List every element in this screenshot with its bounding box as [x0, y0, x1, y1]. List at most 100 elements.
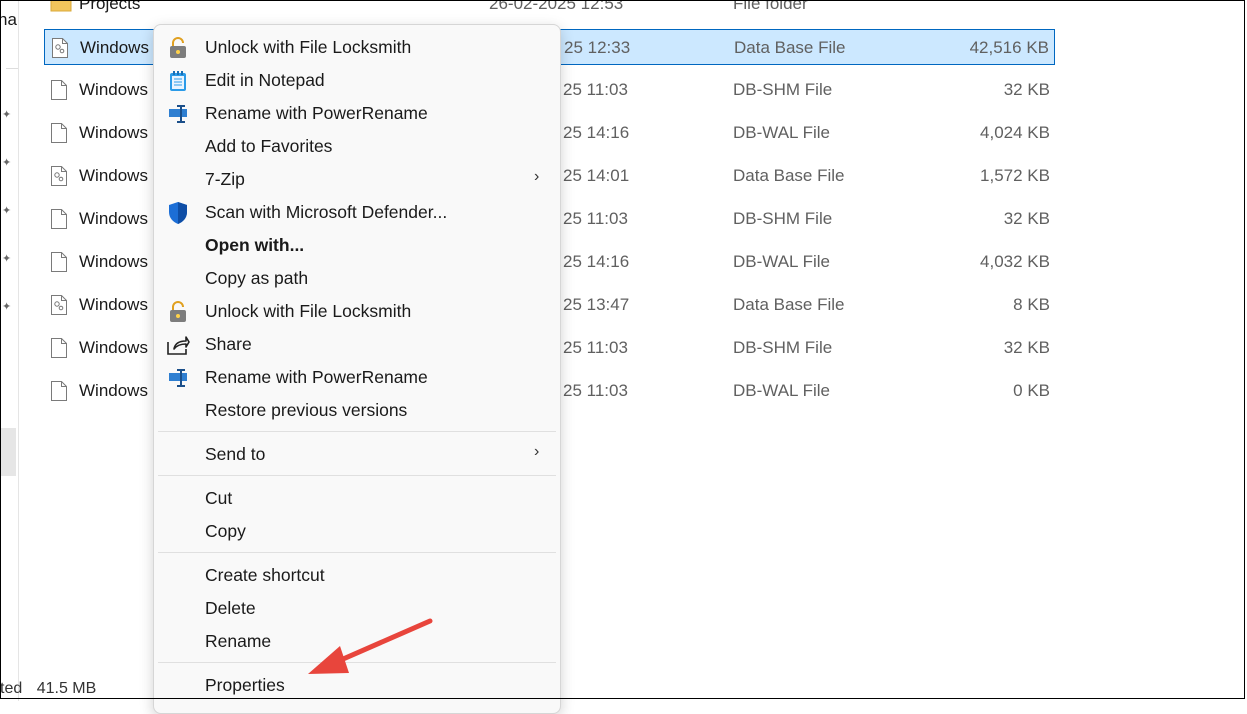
menu-item-label: Cut [205, 488, 233, 508]
file-size: 0 KB [1013, 381, 1050, 400]
menu-item-label: Send to [205, 444, 266, 464]
menu-item-label: 7-Zip [205, 169, 245, 189]
menu-item-restore-previous-versions[interactable]: Restore previous versions [154, 394, 560, 427]
file-type: DB-SHM File [733, 209, 833, 228]
menu-item-label: Unlock with File Locksmith [205, 301, 412, 321]
blank-file-icon [51, 80, 67, 100]
navigation-pane[interactable]: na ✦ ✦ ✦ ✦ ✦ [0, 0, 19, 701]
menu-item-label: Copy as path [205, 268, 309, 288]
menu-item-unlock-with-file-locksmith[interactable]: Unlock with File Locksmith [154, 31, 560, 64]
file-name: Projects [79, 0, 141, 13]
file-date: 25 14:01 [563, 166, 630, 185]
file-size: 32 KB [1003, 80, 1050, 99]
menu-item-label: Properties [205, 675, 285, 695]
menu-item-label: Unlock with File Locksmith [205, 37, 412, 57]
menu-item-unlock-with-file-locksmith[interactable]: Unlock with File Locksmith [154, 295, 560, 328]
blank-file-icon [51, 123, 67, 143]
menu-item-label: Rename with PowerRename [205, 103, 428, 123]
powerrename-icon [166, 366, 190, 390]
menu-item-create-shortcut[interactable]: Create shortcut [154, 559, 560, 592]
file-type: Data Base File [733, 166, 845, 185]
file-date: 25 11:03 [563, 381, 628, 400]
menu-item-send-to[interactable]: Send to › [154, 438, 560, 471]
file-type: DB-SHM File [733, 338, 833, 357]
file-size: 4,032 KB [980, 252, 1050, 271]
folder-icon [50, 0, 72, 12]
file-date: 25 11:03 [563, 338, 628, 357]
file-row-folder[interactable]: Projects 26-02-2025 12:53 File folder [44, 0, 1055, 22]
chevron-right-icon: › [534, 168, 540, 185]
file-date: 25 13:47 [563, 295, 630, 314]
blank-file-icon [51, 252, 67, 272]
file-type: DB-WAL File [733, 123, 830, 142]
menu-separator [158, 552, 556, 553]
menu-item-7-zip[interactable]: 7-Zip › [154, 163, 560, 196]
menu-item-label: Restore previous versions [205, 400, 408, 420]
defender-shield-icon [166, 201, 190, 225]
file-date: 25 11:03 [563, 209, 628, 228]
notepad-icon [166, 69, 190, 93]
menu-item-label: Edit in Notepad [205, 70, 325, 90]
nav-item-selected[interactable] [0, 428, 16, 476]
file-size: 42,516 KB [969, 38, 1049, 57]
file-size: 1,572 KB [980, 166, 1050, 185]
pin-icon[interactable]: ✦ [2, 252, 11, 265]
menu-item-label: Open with... [205, 235, 305, 255]
file-name: Windows [80, 38, 149, 57]
menu-item-rename-with-powerrename[interactable]: Rename with PowerRename [154, 361, 560, 394]
file-name: Windows [79, 381, 148, 400]
context-menu: Unlock with File Locksmith Edit in Notepa… [153, 24, 561, 714]
menu-item-copy[interactable]: Copy [154, 515, 560, 548]
menu-item-open-with[interactable]: Open with... [154, 229, 560, 262]
menu-item-label: Scan with Microsoft Defender... [205, 202, 448, 222]
nav-divider [6, 68, 18, 69]
file-type: Data Base File [734, 38, 846, 57]
file-date: 26-02-2025 12:53 [489, 0, 624, 13]
menu-item-edit-in-notepad[interactable]: Edit in Notepad [154, 64, 560, 97]
file-date: 25 11:03 [563, 80, 628, 99]
file-size: 4,024 KB [980, 123, 1050, 142]
menu-item-properties[interactable]: Properties [154, 669, 560, 702]
file-name: Windows [79, 295, 148, 314]
menu-item-delete[interactable]: Delete [154, 592, 560, 625]
file-size: 32 KB [1003, 209, 1050, 228]
file-type: DB-SHM File [733, 80, 833, 99]
menu-separator [158, 475, 556, 476]
file-date: 25 14:16 [563, 123, 630, 142]
padlock-icon [166, 300, 190, 324]
menu-separator [158, 431, 556, 432]
file-type: DB-WAL File [733, 381, 830, 400]
menu-item-share[interactable]: Share [154, 328, 560, 361]
menu-item-rename[interactable]: Rename [154, 625, 560, 658]
file-type: Data Base File [733, 295, 845, 314]
file-name: Windows [79, 338, 148, 357]
pin-icon[interactable]: ✦ [2, 156, 11, 169]
share-icon [166, 333, 190, 357]
menu-separator [158, 662, 556, 663]
file-type: DB-WAL File [733, 252, 830, 271]
pin-icon[interactable]: ✦ [2, 300, 11, 313]
menu-item-label: Rename [205, 631, 272, 651]
file-name: Windows [79, 209, 148, 228]
blank-file-icon [51, 338, 67, 358]
menu-item-cut[interactable]: Cut [154, 482, 560, 515]
menu-item-label: Delete [205, 598, 256, 618]
menu-item-label: Copy [205, 521, 246, 541]
menu-item-rename-with-powerrename[interactable]: Rename with PowerRename [154, 97, 560, 130]
blank-file-icon [51, 209, 67, 229]
menu-item-add-to-favorites[interactable]: Add to Favorites [154, 130, 560, 163]
menu-item-label: Add to Favorites [205, 136, 333, 156]
status-size-text: 41.5 MB [36, 680, 97, 697]
file-name: Windows [79, 80, 148, 99]
menu-item-label: Share [205, 334, 252, 354]
menu-item-scan-with-microsoft-defender[interactable]: Scan with Microsoft Defender... [154, 196, 560, 229]
pin-icon[interactable]: ✦ [2, 108, 11, 121]
gear-file-icon [51, 166, 67, 186]
nav-item-partial-label: na [0, 10, 17, 29]
pin-icon[interactable]: ✦ [2, 204, 11, 217]
menu-item-copy-as-path[interactable]: Copy as path [154, 262, 560, 295]
powerrename-icon [166, 102, 190, 126]
blank-file-icon [51, 381, 67, 401]
file-date: 25 12:33 [564, 38, 631, 57]
status-selected-text: ted [0, 680, 23, 697]
